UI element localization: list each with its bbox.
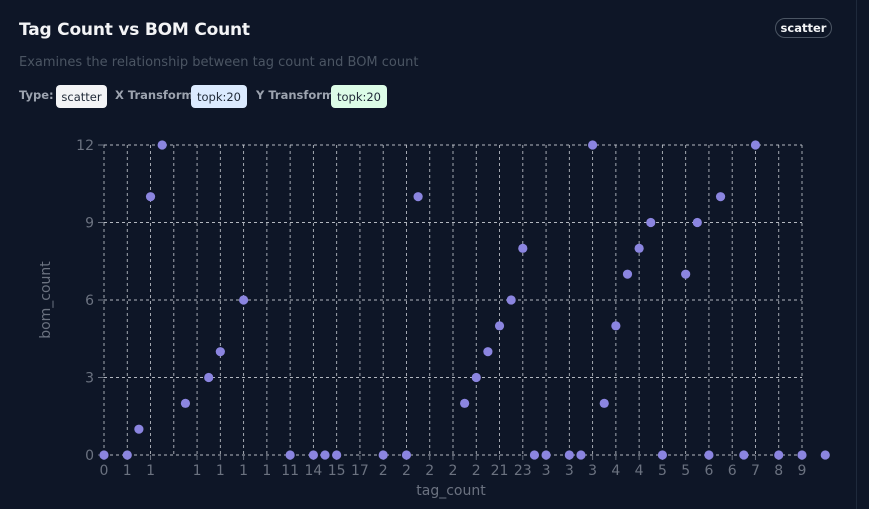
scatter-point <box>611 321 621 331</box>
y-axis-label: bom_count <box>38 261 54 339</box>
scatter-point <box>657 450 668 460</box>
x-tick-label: 21 <box>491 463 509 479</box>
scatter-point <box>704 450 714 460</box>
x-tick-label: 3 <box>565 463 574 479</box>
x-tick-label: 1 <box>193 463 202 479</box>
scatter-point <box>215 347 225 357</box>
scatter-point <box>564 450 574 460</box>
x-tick-label: 1 <box>262 463 271 479</box>
scatter-point <box>134 424 144 434</box>
grid <box>103 144 803 456</box>
panel-divider <box>856 0 857 509</box>
x-tick-label: 5 <box>658 463 667 479</box>
x-tick-label: 1 <box>123 463 132 479</box>
x-tick-label: 1 <box>239 463 248 479</box>
scatter-point <box>797 450 807 460</box>
x-tick-label: 2 <box>472 463 481 479</box>
scatter-point <box>320 450 330 460</box>
x-tick-label: 2 <box>449 463 458 479</box>
x-tick-label: 1 <box>146 463 155 479</box>
x-tick-label: 23 <box>514 463 532 479</box>
scatter-point <box>122 450 132 460</box>
scatter-point <box>715 192 726 202</box>
scatter-point <box>506 295 516 305</box>
x-tick-label: 17 <box>351 463 369 479</box>
scatter-point <box>204 372 214 383</box>
x-axis-label: tag_count <box>416 483 486 499</box>
chart-card: Tag Count vs BOM Count Examines the rela… <box>0 0 856 509</box>
scatter-point <box>646 217 656 228</box>
x-tick-label: 3 <box>542 463 551 479</box>
scatter-point <box>576 450 586 460</box>
scatter-plot: 036912 0 1 1 1 1 1 1 11 14 15 17 2 2 2 2 2 21 23 3 3 3 4 4 5 5 6 6… <box>38 138 830 499</box>
scatter-point <box>541 450 551 460</box>
scatter-point <box>157 140 167 150</box>
x-tick-label: 7 <box>751 463 760 479</box>
x-tick-label: 9 <box>798 463 807 479</box>
y-tick-label: 9 <box>85 216 94 232</box>
scatter-point <box>681 269 691 279</box>
scatter-point <box>401 450 412 460</box>
x-tick-label: 3 <box>588 463 597 479</box>
scatter-point <box>739 450 749 460</box>
scatter-point <box>750 140 761 150</box>
x-tick-label: 2 <box>402 463 411 479</box>
x-tick-label: 2 <box>379 463 388 479</box>
x-tick-label: 15 <box>328 463 346 479</box>
x-tick-label: 8 <box>774 463 783 479</box>
scatter-point <box>145 192 156 202</box>
x-tick-label: 14 <box>304 463 322 479</box>
scatter-point <box>239 295 249 305</box>
scatter-point <box>460 398 470 408</box>
scatter-point <box>820 450 830 460</box>
x-axis-ticks: 0 1 1 1 1 1 1 11 14 15 17 2 2 2 2 2 21 23 3 3 3 4 4 5 5 6 6 7 8 9 <box>100 455 807 479</box>
scatter-point <box>308 450 318 460</box>
x-tick-label: 2 <box>425 463 434 479</box>
scatter-point <box>180 398 191 408</box>
x-tick-label: 5 <box>681 463 690 479</box>
scatter-point <box>622 269 633 279</box>
scatter-point <box>518 243 528 253</box>
scatter-point <box>378 450 388 460</box>
x-tick-label: 11 <box>281 463 299 479</box>
y-tick-label: 6 <box>85 293 94 309</box>
y-tick-label: 12 <box>76 138 94 154</box>
scatter-point <box>529 450 540 460</box>
scatter-point <box>588 140 598 150</box>
x-tick-label: 1 <box>216 463 225 479</box>
x-tick-label: 6 <box>704 463 713 479</box>
scatter-point <box>332 450 342 460</box>
y-tick-label: 3 <box>85 371 94 387</box>
x-tick-label: 0 <box>100 463 109 479</box>
scatter-point <box>413 192 423 202</box>
scatter-point <box>494 321 505 331</box>
scatter-point <box>634 243 644 253</box>
y-axis-ticks: 0 3 6 9 12 <box>76 138 104 464</box>
scatter-point <box>692 217 702 228</box>
x-tick-label: 6 <box>728 463 737 479</box>
scatter-point <box>774 450 784 460</box>
scatter-point <box>285 450 295 460</box>
scatter-point <box>483 347 493 357</box>
x-tick-label: 4 <box>635 463 644 479</box>
scatter-point <box>99 450 109 460</box>
x-tick-label: 4 <box>611 463 620 479</box>
scatter-point <box>471 372 481 383</box>
scatter-point <box>599 398 609 408</box>
y-tick-label: 0 <box>85 448 94 464</box>
